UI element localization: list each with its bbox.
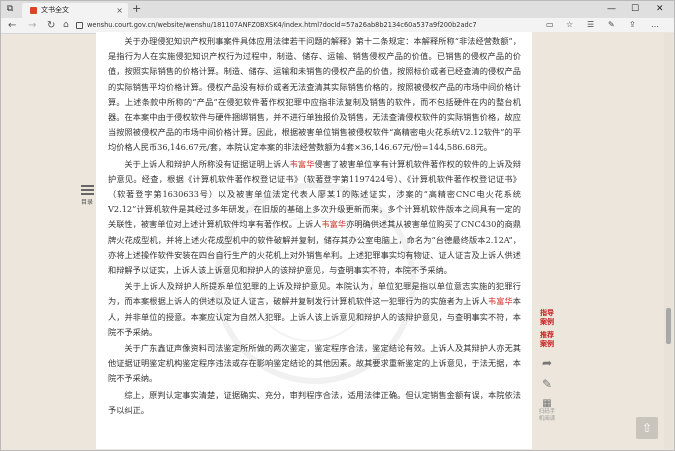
toc-icon xyxy=(80,185,94,195)
favorites-list-icon[interactable]: ☰ xyxy=(587,20,594,29)
pen-icon[interactable]: ✎ xyxy=(608,20,615,29)
tab-actions-icon[interactable]: ⧉ xyxy=(5,4,15,14)
reading-view-icon[interactable]: ▭ xyxy=(546,20,554,29)
url-text: wenshu.court.gov.cn/website/wenshu/18110… xyxy=(87,21,477,29)
scrollbar-thumb[interactable] xyxy=(666,308,671,344)
vertical-scrollbar[interactable] xyxy=(664,33,673,449)
right-sidebar: 指导案例 推荐案例 ➦ ✎ ▦ 扫码手机阅读 xyxy=(537,309,557,423)
tab-wenshu[interactable]: 文书全文 × xyxy=(22,3,128,18)
share-arrow-icon[interactable]: ➦ xyxy=(537,356,557,370)
edit-note-icon[interactable]: ✎ xyxy=(537,377,557,391)
forward-button[interactable]: → xyxy=(28,19,36,32)
lock-icon xyxy=(76,21,83,29)
title-bar: ⧉ 文书全文 × + — ☐ ✕ xyxy=(1,1,674,18)
paragraph: 关于上诉人和辩护人所称没有证据证明上诉人韦富华侵害了被害单位享有计算机软件著作权… xyxy=(108,157,521,279)
party-name-highlight: 韦富华 xyxy=(289,158,315,169)
document-body: 关于办理侵犯知识产权刑事案件具体应用法律若干问题的解释》第十二条规定：本解释所称… xyxy=(108,34,521,419)
toc-button[interactable]: 目录 xyxy=(78,183,96,206)
favorites-star-icon[interactable]: ☆ xyxy=(566,20,573,29)
back-button[interactable]: ← xyxy=(8,19,16,32)
address-bar[interactable]: wenshu.court.gov.cn/website/wenshu/18110… xyxy=(76,19,536,32)
scan-read-label: 扫码手机阅读 xyxy=(538,409,556,422)
document-page: 关于办理侵犯知识产权刑事案件具体应用法律若干问题的解释》第十二条规定：本解释所称… xyxy=(96,32,532,449)
paragraph: 综上，原判认定事实清楚，证据确实、充分，审判程序合法，适用法律正确。但认定销售金… xyxy=(108,388,521,418)
party-name-highlight: 韦富华 xyxy=(488,296,513,307)
text-run: 关于上诉人和辩护人所称没有证据证明上诉人 xyxy=(124,158,290,169)
party-name-highlight: 韦富华 xyxy=(321,219,347,230)
tab-close-icon[interactable]: × xyxy=(116,3,123,18)
home-icon[interactable]: ⌂ xyxy=(63,19,69,32)
more-icon[interactable]: … xyxy=(651,20,659,29)
paragraph: 关于上诉人及辩护人所提系单位犯罪的上诉及辩护意见。本院认为，单位犯罪是指以单位意… xyxy=(108,279,521,340)
minimize-button[interactable]: — xyxy=(607,4,616,14)
new-tab-button[interactable]: + xyxy=(132,2,141,15)
recommend-case-link[interactable]: 推荐案例 xyxy=(537,331,557,349)
qr-code-icon[interactable]: ▦ xyxy=(537,398,557,409)
back-to-top-button[interactable]: ⇧ xyxy=(636,417,658,439)
share-icon[interactable]: ⇪ xyxy=(629,20,636,29)
guide-case-link[interactable]: 指导案例 xyxy=(537,309,557,327)
maximize-button[interactable]: ☐ xyxy=(631,4,639,14)
close-window-button[interactable]: ✕ xyxy=(656,4,664,14)
site-favicon-icon xyxy=(30,7,37,14)
paragraph: 关于广东鑫证声像资料司法鉴定所所做的两次鉴定，鉴定程序合法，鉴定结论有效。上诉人… xyxy=(108,341,521,387)
tab-title: 文书全文 xyxy=(41,6,69,14)
paragraph: 关于办理侵犯知识产权刑事案件具体应用法律若干问题的解释》第十二条规定：本解释所称… xyxy=(108,34,521,156)
text-run: 关于广东鑫证声像资料司法鉴定所所做的两次鉴定，鉴定程序合法，鉴定结论有效。上诉人… xyxy=(108,343,521,384)
refresh-button[interactable]: ↻ xyxy=(47,19,55,32)
text-run: 关于上诉人及辩护人所提系单位犯罪的上诉及辩护意见。本院认为，单位犯罪是指以单位意… xyxy=(108,281,521,307)
text-run: 关于办理侵犯知识产权刑事案件具体应用法律若干问题的解释》第十二条规定：本解释所称… xyxy=(108,36,521,153)
text-run: 综上，原判认定事实清楚，证据确实、充分，审判程序合法，适用法律正确。但认定销售金… xyxy=(108,389,521,415)
toc-label: 目录 xyxy=(80,199,93,206)
